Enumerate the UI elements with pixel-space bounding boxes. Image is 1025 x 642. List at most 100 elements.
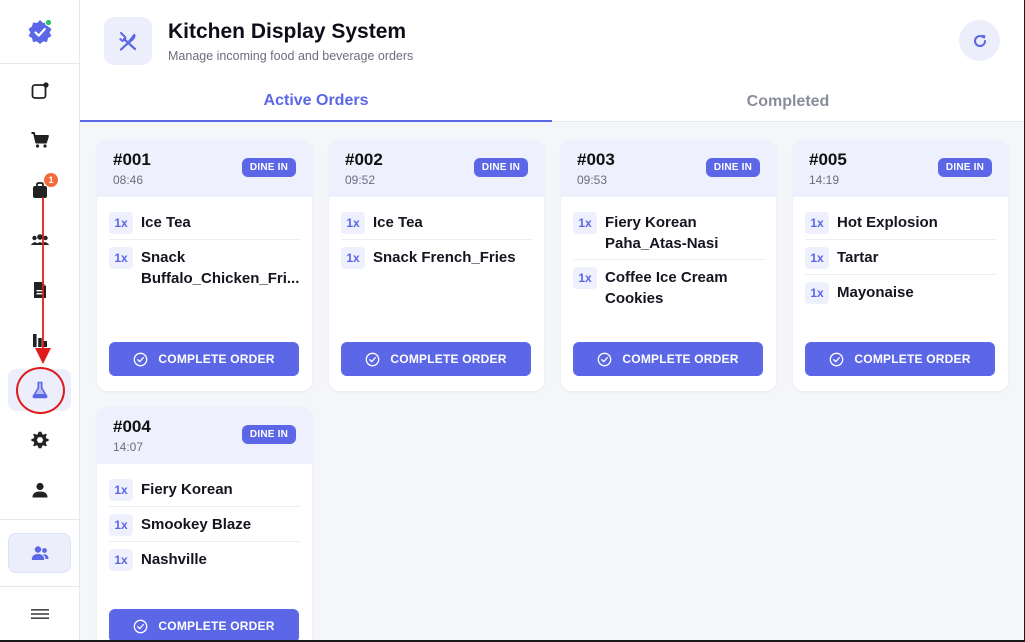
order-tabs: Active Orders Completed — [80, 82, 1024, 122]
order-type-badge: DINE IN — [937, 158, 992, 177]
staff-switch-button[interactable] — [8, 533, 71, 573]
item-quantity: 1x — [805, 282, 829, 304]
check-circle-icon — [134, 619, 148, 633]
complete-order-label: COMPLETE ORDER — [622, 352, 739, 366]
bar-chart-icon — [32, 334, 47, 347]
item-quantity: 1x — [805, 247, 829, 269]
order-card-header: #003 09:53 DINE IN — [561, 140, 776, 197]
page-title: Kitchen Display System — [168, 20, 407, 43]
sidebar-item-profile[interactable] — [8, 469, 71, 511]
order-items: 1x Fiery Korean Paha_Atas-Nasi 1x Coffee… — [561, 197, 776, 314]
user-icon — [32, 482, 47, 498]
orders-board: #001 08:46 DINE IN 1x Ice Tea 1x Snack B… — [80, 122, 1024, 640]
list-item: 1x Nashville — [109, 542, 300, 576]
complete-order-label: COMPLETE ORDER — [158, 352, 275, 366]
staff-icon — [31, 546, 48, 560]
item-name: Fiery Korean — [141, 481, 233, 498]
item-name: Nashville — [141, 551, 207, 568]
check-circle-icon — [830, 352, 844, 366]
complete-order-button[interactable]: COMPLETE ORDER — [573, 342, 763, 376]
sidebar-item-new-order[interactable] — [8, 70, 71, 112]
order-card: #004 14:07 DINE IN 1x Fiery Korean 1x Sm… — [97, 407, 312, 640]
item-name: Hot Explosion — [837, 214, 938, 231]
item-quantity: 1x — [109, 479, 133, 501]
order-type-badge: DINE IN — [241, 425, 296, 444]
order-items: 1x Hot Explosion 1x Tartar 1x Mayonaise — [793, 197, 1008, 309]
complete-order-button[interactable]: COMPLETE ORDER — [341, 342, 531, 376]
order-card-header: #004 14:07 DINE IN — [97, 407, 312, 464]
order-card-header: #005 14:19 DINE IN — [793, 140, 1008, 197]
sidebar-item-settings[interactable] — [8, 419, 71, 461]
complete-order-label: COMPLETE ORDER — [158, 619, 275, 633]
order-card: #005 14:19 DINE IN 1x Hot Explosion 1x T… — [793, 140, 1008, 391]
item-name: Mayonaise — [837, 284, 914, 301]
item-name: Ice Tea — [141, 214, 191, 231]
item-quantity: 1x — [109, 549, 133, 571]
order-type-badge: DINE IN — [241, 158, 296, 177]
page-header: Kitchen Display System Manage incoming f… — [80, 0, 1024, 82]
item-quantity: 1x — [573, 212, 597, 234]
sidebar-item-kitchen[interactable] — [8, 369, 71, 411]
refresh-button[interactable] — [959, 20, 1000, 61]
verified-badge-icon — [28, 18, 52, 44]
complete-order-button[interactable]: COMPLETE ORDER — [109, 342, 299, 376]
item-quantity: 1x — [805, 212, 829, 234]
item-name: Coffee Ice Cream Cookies — [605, 269, 728, 307]
item-name: Ice Tea — [373, 214, 423, 231]
list-item: 1x Coffee Ice Cream Cookies — [573, 260, 764, 314]
sidebar-divider — [0, 519, 79, 520]
order-items: 1x Fiery Korean 1x Smookey Blaze 1x Nash… — [97, 464, 312, 576]
sidebar-item-cart[interactable] — [8, 119, 71, 161]
people-icon — [30, 234, 49, 245]
gear-icon — [30, 431, 49, 449]
new-order-icon — [31, 82, 49, 99]
sidebar-item-reports[interactable] — [8, 269, 71, 311]
item-name: Snack French_Fries — [373, 249, 516, 266]
sidebar-item-customers[interactable] — [8, 219, 71, 261]
list-item: 1x Ice Tea — [341, 205, 532, 240]
list-item: 1x Hot Explosion — [805, 205, 996, 240]
item-name: Snack Buffalo_Chicken_Fri... — [141, 249, 300, 287]
list-item: 1x Snack Buffalo_Chicken_Fri... — [109, 240, 300, 294]
order-type-badge: DINE IN — [473, 158, 528, 177]
list-item: 1x Fiery Korean — [109, 472, 300, 507]
list-item: 1x Smookey Blaze — [109, 507, 300, 542]
complete-order-button[interactable]: COMPLETE ORDER — [109, 609, 299, 640]
item-name: Fiery Korean Paha_Atas-Nasi — [605, 214, 719, 252]
order-type-badge: DINE IN — [705, 158, 760, 177]
list-item: 1x Tartar — [805, 240, 996, 275]
page-subtitle: Manage incoming food and beverage orders — [168, 49, 414, 63]
sidebar-divider — [0, 586, 79, 587]
app-window: 1 Kitchen Display System Manage incoming… — [0, 0, 1025, 642]
complete-order-button[interactable]: COMPLETE ORDER — [805, 342, 995, 376]
sidebar: 1 — [0, 0, 80, 640]
order-items: 1x Ice Tea 1x Snack Buffalo_Chicken_Fri.… — [97, 197, 312, 294]
list-item: 1x Mayonaise — [805, 275, 996, 309]
item-name: Smookey Blaze — [141, 516, 252, 533]
tab-completed[interactable]: Completed — [552, 82, 1024, 122]
check-circle-icon — [366, 352, 380, 366]
list-item: 1x Fiery Korean Paha_Atas-Nasi — [573, 205, 764, 260]
check-circle-icon — [598, 352, 612, 366]
order-items: 1x Ice Tea 1x Snack French_Fries — [329, 197, 544, 274]
kitchen-flask-icon — [32, 381, 47, 399]
orders-count-badge: 1 — [44, 173, 58, 187]
order-card-header: #001 08:46 DINE IN — [97, 140, 312, 197]
list-item: 1x Snack French_Fries — [341, 240, 532, 274]
header-icon-box — [104, 17, 152, 65]
sidebar-item-orders[interactable]: 1 — [8, 169, 71, 211]
complete-order-label: COMPLETE ORDER — [390, 352, 507, 366]
list-item: 1x Ice Tea — [109, 205, 300, 240]
document-icon — [33, 282, 46, 298]
check-circle-icon — [134, 352, 148, 366]
utensils-icon — [119, 32, 137, 51]
menu-toggle-button[interactable] — [8, 596, 71, 632]
app-logo[interactable] — [0, 0, 79, 64]
item-name: Tartar — [837, 249, 879, 266]
order-card: #001 08:46 DINE IN 1x Ice Tea 1x Snack B… — [97, 140, 312, 391]
refresh-icon — [973, 34, 986, 47]
sidebar-item-analytics[interactable] — [8, 319, 71, 361]
tab-active-orders[interactable]: Active Orders — [80, 82, 552, 122]
item-quantity: 1x — [109, 514, 133, 536]
item-quantity: 1x — [341, 247, 365, 269]
